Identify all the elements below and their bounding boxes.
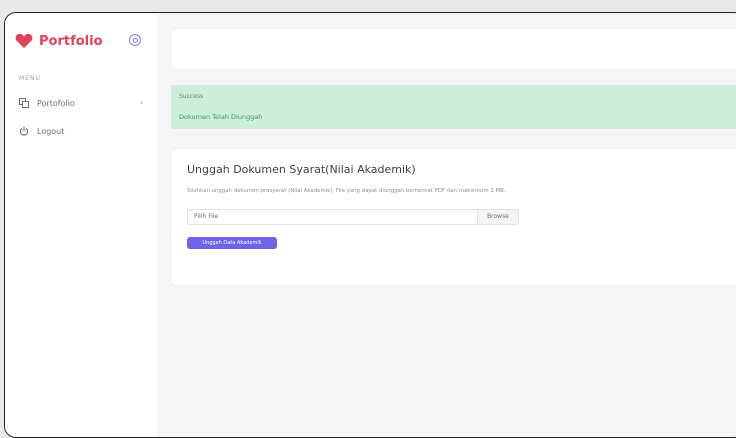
alert-title: Success: [179, 93, 204, 100]
brand[interactable]: Portfolio: [15, 33, 103, 49]
brand-name: Portfolio: [39, 33, 103, 49]
card-title: Unggah Dokumen Syarat(Nilai Akademik): [187, 163, 416, 176]
submit-upload-button[interactable]: Unggah Data Akademik: [187, 237, 277, 249]
sidebar-item-logout[interactable]: Logout: [19, 123, 145, 139]
sidebar-item-portofolio[interactable]: Portofolio ›: [19, 95, 145, 111]
card-description: Silahkan unggah dokumen prasyarat (Nilai…: [187, 188, 506, 194]
alert-message: Dokumen Telah Diunggah: [179, 113, 263, 121]
file-input[interactable]: Pilih File Browse: [187, 209, 519, 225]
success-alert: Success Dokumen Telah Diunggah: [171, 85, 736, 129]
upload-card: Unggah Dokumen Syarat(Nilai Akademik) Si…: [171, 149, 736, 285]
main-content: Success Dokumen Telah Diunggah Unggah Do…: [157, 13, 736, 437]
copy-icon: [19, 98, 29, 108]
browse-button[interactable]: Browse: [477, 210, 518, 224]
top-navbar: [171, 29, 736, 69]
sidebar-toggle-icon[interactable]: [129, 34, 141, 46]
menu-header: MENU: [19, 75, 41, 82]
heart-logo-icon: [15, 33, 33, 49]
power-icon: [19, 126, 29, 136]
sidebar-item-label: Portofolio: [37, 98, 75, 108]
app-window: Portfolio MENU Portofolio › Logout Succe…: [4, 12, 736, 438]
sidebar: Portfolio MENU Portofolio › Logout: [5, 13, 157, 437]
file-input-label: Pilih File: [194, 213, 219, 220]
sidebar-item-label: Logout: [37, 126, 65, 136]
chevron-right-icon: ›: [139, 98, 143, 107]
